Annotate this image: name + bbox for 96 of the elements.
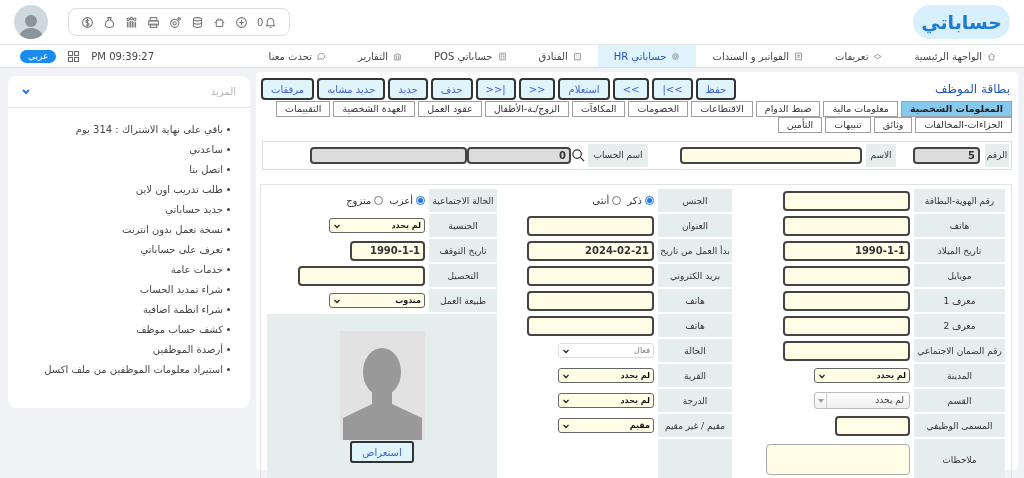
nav-tab[interactable]: الفواتير و السندات: [696, 45, 819, 67]
tab[interactable]: معلومات مالية: [823, 101, 898, 117]
field-label: اسم الحساب: [588, 144, 648, 167]
panel-title: بطاقة الموظف: [935, 81, 1010, 98]
toolbar-button[interactable]: >>|: [475, 78, 516, 100]
field-label: بدأ العمل من تاريخ: [660, 245, 730, 256]
field-label: الرقم: [985, 144, 1009, 167]
dropdown[interactable]: لم يحدد: [558, 393, 654, 408]
notification-count: 0: [257, 15, 264, 30]
toolbar-button[interactable]: |<<: [652, 78, 693, 100]
sidebar-link[interactable]: خدمات عامة: [170, 262, 223, 277]
radio-label: أنثى: [592, 193, 610, 208]
text-field[interactable]: 1990-1-1: [350, 240, 425, 261]
toolbar-button[interactable]: مرفقات: [261, 78, 315, 100]
toolbar-button[interactable]: <<: [612, 78, 650, 100]
dropdown[interactable]: لم يحدد: [814, 368, 910, 383]
tab[interactable]: الزوج/ـة-الأطفال: [484, 101, 569, 117]
clock-time: PM 09:39:27: [91, 49, 155, 64]
field-label: الحالة الاجتماعية: [432, 195, 494, 206]
field-label: القرية: [683, 370, 707, 381]
tab[interactable]: ضبط الدوام: [755, 101, 821, 117]
sidebar-link[interactable]: شراء تمديد الحساب: [139, 282, 223, 297]
dropdown[interactable]: مقيم: [558, 418, 654, 433]
field-label: رقم الهوية-البطاقة: [924, 195, 995, 206]
text-field[interactable]: 2024-02-21: [527, 240, 654, 261]
sidebar-link[interactable]: كشف حساب موظف: [136, 322, 223, 337]
sidebar-link[interactable]: تعرف على حساباتي: [140, 242, 223, 257]
dropdown[interactable]: لم يحدد: [329, 218, 425, 233]
sidebar-title: المزيد: [210, 85, 236, 99]
sidebar-link[interactable]: شراء انظمة اضافية: [142, 302, 223, 317]
tab[interactable]: وثائق: [873, 117, 913, 133]
radio-label: متزوج: [346, 194, 372, 208]
nav-tab[interactable]: حساباتي HR: [597, 45, 697, 67]
toolbar-button[interactable]: جديد مشابه: [317, 78, 386, 100]
nav-tab[interactable]: الفنادق: [522, 45, 598, 67]
sidebar-link[interactable]: طلب تدريب اون لاين: [135, 182, 223, 197]
tab[interactable]: التأمين: [777, 117, 823, 133]
field-label: الاسم: [866, 144, 896, 167]
dropdown[interactable]: لم يحدد: [814, 392, 910, 409]
toolbar-button[interactable]: >>: [518, 78, 556, 100]
nav-tab[interactable]: حساباتي POS: [418, 45, 523, 67]
sidebar-link[interactable]: جديد حساباتي: [165, 202, 223, 217]
tab[interactable]: الخصومات: [628, 101, 689, 117]
field-label: الجنسية: [448, 220, 478, 231]
field-label: موبايل: [947, 270, 972, 281]
field-label: المسمى الوظيفي: [926, 420, 993, 431]
browse-button[interactable]: استعراض: [350, 441, 414, 463]
number-field[interactable]: 5: [913, 147, 980, 164]
toolbar-button[interactable]: جديد: [388, 78, 428, 100]
field-label: طبيعة العمل: [439, 295, 487, 306]
sidebar-link[interactable]: ساعدني: [189, 142, 223, 157]
sidebar-link[interactable]: أرصدة الموظفين: [152, 342, 223, 357]
toolbar-button[interactable]: حفظ: [695, 78, 737, 100]
tab[interactable]: عقود العمل: [418, 101, 482, 117]
field-label: العنوان: [681, 220, 709, 231]
tab[interactable]: الجزاءات-المخالفات: [915, 117, 1012, 133]
field-label: تاريخ التوقف: [439, 245, 487, 256]
sidebar-link[interactable]: نسخة تعمل بدون انترنت: [122, 222, 223, 237]
nav-tab[interactable]: الواجهة الرئيسية: [898, 45, 1012, 67]
field-label: هاتف: [685, 320, 705, 331]
account-code-field[interactable]: 0: [467, 147, 571, 164]
field-label: تاريخ الميلاد: [937, 245, 982, 256]
field-label: هاتف: [949, 220, 970, 231]
field-label: بريد الكتروني: [670, 270, 720, 281]
tab[interactable]: العهدة الشخصية: [333, 101, 416, 117]
dropdown[interactable]: لم يحدد: [558, 368, 654, 383]
field-label: معرف 1: [943, 295, 976, 306]
field-label: معرف 2: [943, 320, 976, 331]
tab[interactable]: المكافآت: [571, 101, 626, 117]
tab[interactable]: الاقتطاعات: [691, 101, 753, 117]
nav-tab[interactable]: التقارير: [341, 45, 418, 67]
field-label: التحصيل: [447, 270, 479, 281]
nav-tab[interactable]: تحدث معنا: [252, 45, 342, 67]
radio-label: ذكر: [627, 194, 642, 208]
sidebar-link[interactable]: استيراد معلومات الموظفين من ملف اكسل: [44, 362, 223, 377]
tab[interactable]: تنبيهات: [825, 117, 871, 133]
dropdown[interactable]: مندوب: [329, 293, 425, 308]
toolbar-button[interactable]: حذف: [430, 78, 473, 100]
field-label: القسم: [947, 395, 972, 406]
radio-label: أعزب: [389, 193, 413, 208]
field-label: الجنس: [682, 195, 708, 206]
nav-tab[interactable]: تعريفات: [819, 45, 899, 67]
tab[interactable]: المعلومات الشخصية: [900, 101, 1012, 117]
field-label: هاتف: [685, 295, 705, 306]
toolbar-button[interactable]: استعلام: [558, 78, 610, 100]
field-label: الحالة: [684, 345, 706, 356]
tab[interactable]: التقييمات: [276, 101, 331, 117]
sidebar-link[interactable]: اتصل بنا: [189, 162, 223, 177]
logo[interactable]: حساباتي: [913, 5, 1010, 39]
text-field[interactable]: 1990-1-1: [783, 240, 910, 261]
field-label: المدينة: [946, 370, 973, 381]
field-label: ملاحظات: [942, 454, 977, 465]
field-label: مقيم / غير مقيم: [664, 420, 726, 431]
field-label: رقم الضمان الاجتماعي: [917, 345, 1002, 356]
field-label: الدرجة: [682, 395, 708, 406]
sidebar-link[interactable]: باقي على نهاية الاشتراك : 314 يوم: [75, 122, 223, 137]
